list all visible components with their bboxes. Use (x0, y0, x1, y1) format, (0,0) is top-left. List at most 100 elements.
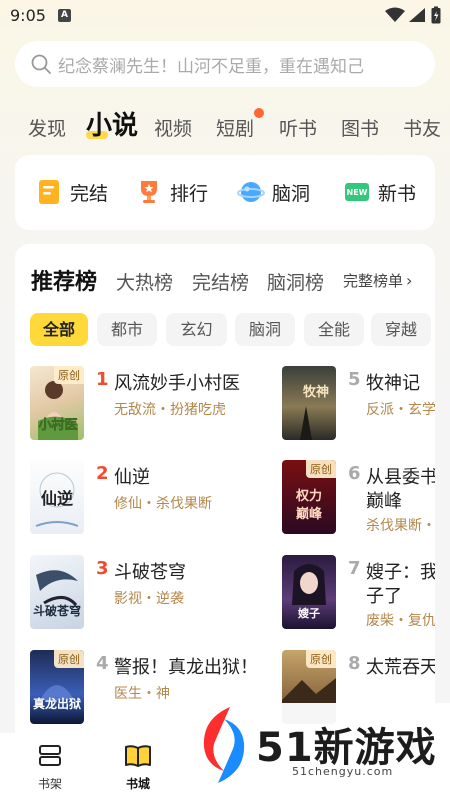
finished-book-icon (39, 180, 59, 204)
svg-text:仙逆: 仙逆 (41, 489, 73, 508)
chevron-right-icon: › (406, 271, 413, 290)
quick-entry-brainstorm[interactable]: 脑洞 (237, 177, 310, 207)
watermark-url: 51chengyu.com (292, 765, 394, 778)
quick-entry-ranking[interactable]: 排行 (135, 177, 208, 207)
chip-fantasy[interactable]: 玄幻 (166, 313, 227, 346)
signal-icon (409, 8, 425, 22)
svg-text:牧神: 牧神 (303, 384, 329, 400)
book-tags: 杀伐果断・ (366, 518, 435, 534)
new-book-icon: NEW (345, 183, 369, 201)
quick-entry-label: 脑洞 (272, 182, 311, 205)
rank-number: 6 (348, 463, 361, 484)
search-icon (31, 54, 51, 74)
svg-text:巅峰: 巅峰 (296, 506, 323, 522)
new-indicator-dot (254, 108, 264, 118)
tab-books[interactable]: 图书 (341, 114, 379, 141)
quick-entry-label: 排行 (170, 182, 209, 205)
tab-discover[interactable]: 发现 (28, 114, 66, 141)
quick-entry-card: 完结 排行 脑洞 NEW 新书 (15, 155, 435, 230)
book-tags: 废柴・复仇 (366, 613, 435, 629)
nav-label: 书架 (37, 777, 62, 791)
chip-all-round[interactable]: 全能 (304, 313, 364, 346)
cover-calligraphy-art: 仙逆 (35, 472, 79, 527)
book-cover: 斗破苍穹 (30, 555, 84, 629)
book-cover: 嫂子 (282, 555, 336, 629)
cover-portrait-art: 嫂子 (292, 564, 326, 620)
chip-urban[interactable]: 都市 (97, 313, 157, 346)
book-tags: 反派・玄学 (366, 402, 435, 418)
svg-text:真龙出狱: 真龙出狱 (33, 696, 81, 711)
bookshelf-icon (39, 745, 61, 766)
original-badge: 原创 (54, 650, 84, 668)
svg-text:NEW: NEW (347, 188, 368, 197)
svg-text:嫂子: 嫂子 (298, 606, 320, 620)
status-time: 9:05 (10, 6, 46, 25)
book-item[interactable]: 牧神 5 牧神记 反派・玄学 (282, 366, 435, 446)
book-title-line2: 子了 (366, 586, 402, 607)
tab-finished-rank[interactable]: 完结榜 (192, 268, 249, 295)
chip-all[interactable]: 全部 (30, 313, 88, 346)
book-title: 嫂子：我 (366, 562, 435, 583)
tab-book-friends[interactable]: 书友 (403, 114, 441, 141)
rank-number: 1 (96, 369, 109, 390)
rank-number: 3 (96, 558, 109, 579)
trophy-icon (141, 181, 157, 203)
book-title: 斗破苍穹 (114, 562, 186, 583)
watermark: 51新游戏 51chengyu.com (192, 703, 450, 800)
nav-bookshelf[interactable]: 书架 (20, 743, 80, 792)
rank-number: 4 (96, 653, 109, 674)
book-cover: 权力巅峰 原创 (282, 460, 336, 534)
svg-text:权力: 权力 (295, 488, 322, 504)
category-chips: 全部 都市 玄幻 脑洞 全能 穿越 (15, 313, 435, 347)
full-ranking-label: 完整榜单 (343, 272, 404, 290)
chip-brainstorm[interactable]: 脑洞 (235, 313, 295, 346)
book-item[interactable]: 嫂子 7 嫂子：我 子了 废柴・复仇 (282, 555, 435, 635)
ranking-tab-bar: 推荐榜 大热榜 完结榜 脑洞榜 完整榜单 › (15, 244, 435, 304)
book-title: 风流妙手小村医 (114, 373, 240, 394)
quick-entry-new-books[interactable]: NEW 新书 (343, 177, 416, 207)
tab-audiobook[interactable]: 听书 (279, 114, 317, 141)
chip-time-travel[interactable]: 穿越 (371, 313, 431, 346)
book-tags: 医生・神 (114, 686, 170, 702)
top-tab-bar: 发现 小说 视频 短剧 听书 图书 书友 (0, 104, 450, 148)
status-bar: 9:05 A (0, 0, 450, 32)
quick-entry-finished[interactable]: 完结 (35, 177, 108, 207)
tab-recommend-rank[interactable]: 推荐榜 (31, 264, 97, 296)
wifi-icon (385, 7, 405, 22)
search-placeholder: 纪念蔡澜先生！山河不足重，重在遇知己 (58, 56, 364, 77)
original-badge: 原创 (54, 366, 84, 384)
rank-number: 8 (348, 653, 361, 674)
original-badge: 原创 (306, 460, 336, 478)
original-badge: 原创 (306, 650, 336, 668)
tab-brainstorm-rank[interactable]: 脑洞榜 (267, 268, 324, 295)
book-cover: 真龙出狱 原创 (30, 650, 84, 724)
book-city-icon (125, 745, 151, 767)
watermark-logo-icon (203, 707, 245, 783)
nav-book-city[interactable]: 书城 (108, 743, 168, 792)
book-tags: 无敌流・扮猪吃虎 (114, 402, 226, 418)
tab-short-drama[interactable]: 短剧 (216, 114, 254, 141)
book-tags: 修仙・杀伐果断 (114, 496, 212, 512)
battery-icon (431, 6, 441, 24)
full-ranking-link[interactable]: 完整榜单 › (343, 270, 412, 291)
book-title: 仙逆 (114, 467, 150, 488)
book-title: 太荒吞天 (366, 657, 435, 678)
book-cover: 仙逆 (30, 460, 84, 534)
search-bar[interactable]: 纪念蔡澜先生！山河不足重，重在遇知己 (15, 41, 435, 87)
brain-planet-icon (237, 182, 265, 202)
nav-label: 书城 (125, 777, 150, 791)
tab-novel[interactable]: 小说 (86, 105, 138, 142)
rank-number: 7 (348, 558, 361, 579)
cover-ink-art: 斗破苍穹 (33, 570, 81, 618)
book-title: 警报！真龙出狱！ (114, 657, 258, 678)
quick-entry-label: 完结 (70, 182, 109, 205)
tab-video[interactable]: 视频 (154, 114, 192, 141)
notification-icon: A (58, 9, 71, 22)
book-item[interactable]: 权力 巅峰 原创 6 从县委书 巅峰 杀伐果断・ (282, 460, 435, 540)
book-cover: 牧神 (282, 366, 336, 440)
tab-hot-rank[interactable]: 大热榜 (116, 268, 173, 295)
rank-number: 2 (96, 463, 109, 484)
book-title-line2: 巅峰 (366, 491, 402, 512)
book-cover: 小村医 原创 (30, 366, 84, 440)
cover-warrior-art: 牧神 (300, 384, 329, 440)
